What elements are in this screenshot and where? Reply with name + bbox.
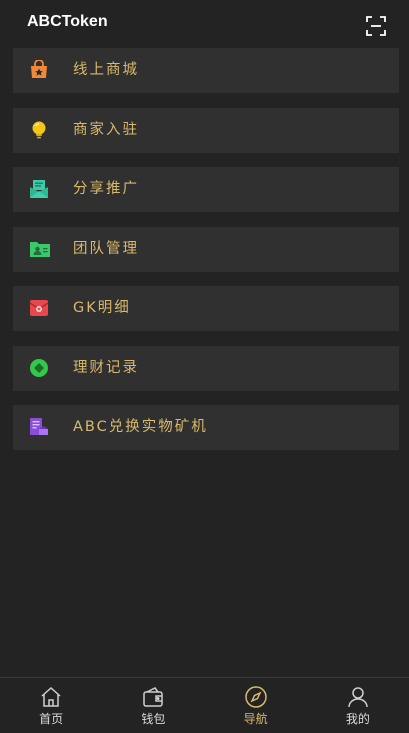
exchange-doc-icon (29, 417, 49, 437)
tab-wallet[interactable]: 钱包 (102, 678, 204, 733)
menu-item-share-promo[interactable]: 分享推广 (13, 167, 399, 212)
menu-item-online-mall[interactable]: 线上商城 (13, 48, 399, 93)
bottom-tab-bar: 首页 钱包 导航 我的 (0, 677, 409, 733)
gk-detail-icon (29, 298, 49, 318)
menu-item-abc-exchange-miner[interactable]: ABC兑换实物矿机 (13, 405, 399, 450)
finance-coin-icon (29, 358, 49, 378)
shop-bag-icon (29, 59, 49, 80)
menu-item-label: 团队管理 (73, 240, 139, 257)
menu-item-label: ABC兑换实物矿机 (73, 419, 208, 435)
tab-label: 导航 (243, 712, 268, 726)
tab-home[interactable]: 首页 (0, 678, 102, 733)
home-icon (41, 686, 61, 707)
menu-item-finance-records[interactable]: 理财记录 (13, 345, 399, 391)
menu-item-team-management[interactable]: 团队管理 (13, 226, 399, 272)
share-envelope-icon (29, 179, 49, 199)
tab-label: 首页 (39, 712, 64, 726)
scan-icon[interactable] (365, 15, 387, 37)
menu-item-label: 商家入驻 (73, 121, 139, 138)
menu-item-label: 线上商城 (73, 62, 139, 78)
app-header: ABCToken (0, 0, 409, 46)
wallet-icon (143, 687, 164, 707)
tab-mine[interactable]: 我的 (307, 678, 409, 733)
menu-item-merchant-join[interactable]: 商家入驻 (13, 107, 399, 153)
menu-item-label: 理财记录 (73, 359, 139, 376)
menu-item-label: 分享推广 (73, 181, 139, 197)
app-title: ABCToken (27, 13, 108, 30)
team-folder-icon (29, 239, 50, 259)
nav-menu: 线上商城 商家入驻 分享推广 团队管理 GK明细 理财记录 ABC兑换实物矿机 (13, 48, 399, 465)
tab-navigation[interactable]: 导航 (205, 678, 307, 733)
tab-label: 我的 (345, 712, 370, 726)
tab-label: 钱包 (141, 712, 166, 726)
lightbulb-icon (29, 120, 49, 140)
compass-icon (244, 686, 267, 708)
menu-item-gk-detail[interactable]: GK明细 (13, 286, 399, 331)
menu-item-label: GK明细 (73, 300, 131, 316)
user-icon (348, 687, 368, 708)
